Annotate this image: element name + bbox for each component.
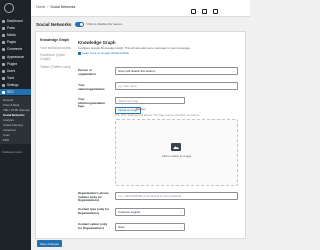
brush-icon <box>2 55 5 59</box>
sidebar-item-label: Pages <box>7 40 17 44</box>
user-icon <box>2 69 5 73</box>
phone-placeholder: e.g. +33123456789 (international format)… <box>118 194 182 198</box>
contact-type-label: Contact type (only for Organizations) <box>78 207 110 215</box>
sidebar-item-media[interactable]: Media <box>0 32 31 38</box>
sidebar-item-label: Plugins <box>7 62 18 66</box>
breadcrumb: Home / Social Networks <box>36 5 75 9</box>
submenu-item-titles-meta[interactable]: Titles & Meta <box>3 103 19 107</box>
section-description: Configure Google Knowledge Graph. This w… <box>78 46 191 50</box>
person-org-select[interactable]: None (will disable this feature) ⌄ <box>115 67 238 75</box>
settings-icon <box>2 83 5 87</box>
logo-placeholder: Select your logo <box>118 98 139 103</box>
submenu-item-advanced[interactable]: Advanced <box>3 128 15 132</box>
phone-input[interactable]: e.g. +33123456789 (international format)… <box>115 192 238 200</box>
section-title: Knowledge Graph <box>78 40 116 45</box>
name-placeholder: e.g. Your name <box>118 84 137 88</box>
name-input[interactable]: e.g. Your name <box>115 82 238 90</box>
chevron-down-icon: ⌄ <box>179 225 182 229</box>
chevron-down-icon: ⌄ <box>179 210 182 214</box>
submenu-item-social-networks[interactable]: Social Networks <box>3 113 25 117</box>
settings-content: Knowledge Graph Configure Google Knowled… <box>78 40 243 231</box>
settings-panel: Knowledge Graph Your social accounts Fac… <box>35 31 246 239</box>
person-org-value: None (will disable this feature) <box>118 69 156 73</box>
collapse-menu[interactable]: Collapse menu <box>2 150 22 154</box>
notifications-icon[interactable] <box>191 9 196 14</box>
contact-type-value: Customer support <box>118 210 141 214</box>
person-org-label: Person or organization <box>78 68 96 76</box>
upload-area-text: Click to select an image <box>161 154 192 158</box>
logo-input[interactable]: Select your logo <box>115 97 185 104</box>
contact-option-label: Contact option (only for Organizations) <box>78 222 108 230</box>
page-icon <box>2 40 5 44</box>
seo-icon <box>2 90 5 94</box>
nav-twitter[interactable]: Twitter (Twitter card) <box>40 65 76 69</box>
media-icon <box>2 33 5 37</box>
sidebar-item-plugins[interactable]: Plugins <box>0 61 31 67</box>
settings-icon[interactable] <box>213 9 218 14</box>
sidebar-item-posts[interactable]: Posts <box>0 25 31 31</box>
sidebar-item-label: Media <box>7 33 16 37</box>
name-label: Your name/organization <box>78 83 105 91</box>
contact-option-value: None <box>118 225 125 229</box>
sidebar-item-comments[interactable]: Comments <box>0 46 31 52</box>
main-area: Home / Social Networks Social Networks C… <box>31 0 250 250</box>
sidebar-item-label: Comments <box>7 47 23 51</box>
submenu-item-instant-indexing[interactable]: Instant Indexing <box>3 123 23 127</box>
search-icon[interactable] <box>202 9 207 14</box>
sidebar-item-label: Users <box>7 69 16 73</box>
toggle-knob <box>79 22 83 26</box>
page-header: Social Networks Click to disable this fe… <box>36 20 250 28</box>
breadcrumb-separator: / <box>47 5 49 9</box>
wrench-icon <box>2 76 5 80</box>
logo-hint: JPG, PNG, WebP and GIF allowed. The imag… <box>115 114 201 117</box>
seo-submenu: General Titles & Meta XML / HTML Sitemap… <box>0 96 31 144</box>
logo-label: Your photo/organization logo <box>78 97 105 109</box>
save-changes-button[interactable]: Save changes <box>37 240 63 247</box>
submenu-item-analytics[interactable]: Analytics <box>3 118 14 122</box>
plugin-icon <box>2 62 5 66</box>
sidebar-item-seo[interactable]: SEO <box>0 89 31 95</box>
sidebar-item-label: Settings <box>7 83 19 87</box>
dashboard-icon <box>2 19 5 23</box>
settings-nav: Knowledge Graph Your social accounts Fac… <box>40 38 76 72</box>
sidebar-item-dashboard[interactable]: Dashboard <box>0 18 31 24</box>
sidebar-item-label: SEO <box>7 90 14 94</box>
learn-more-text[interactable]: Learn more on Google official website <box>82 51 129 55</box>
submenu-item-pro[interactable]: PRO <box>3 138 9 142</box>
nav-social-accounts[interactable]: Your social accounts <box>40 46 76 50</box>
admin-sidebar: Dashboard Posts Media Pages Comments App… <box>0 0 31 250</box>
sidebar-item-label: Dashboard <box>7 19 23 23</box>
breadcrumb-current: Social Networks <box>50 5 76 9</box>
nav-knowledge-graph[interactable]: Knowledge Graph <box>40 38 76 42</box>
remove-button[interactable]: Remove <box>134 107 148 112</box>
image-icon <box>171 143 181 151</box>
sidebar-item-label: Posts <box>7 26 15 30</box>
toggle-label: Click to disable this feature <box>86 22 123 26</box>
sidebar-item-settings[interactable]: Settings <box>0 82 31 88</box>
external-link-icon <box>78 51 81 55</box>
submenu-item-tools[interactable]: Tools <box>3 133 10 137</box>
wordpress-logo-icon[interactable] <box>4 3 14 13</box>
pin-icon <box>2 26 5 30</box>
top-bar: Home / Social Networks <box>31 0 250 17</box>
phone-label: Organization's phone number (only for Or… <box>78 191 109 203</box>
chevron-down-icon: ⌄ <box>232 69 235 73</box>
comment-icon <box>2 47 5 51</box>
submenu-item-general[interactable]: General <box>3 98 13 102</box>
contact-option-select[interactable]: None ⌄ <box>115 223 185 231</box>
sidebar-item-label: Appearance <box>7 55 25 59</box>
nav-facebook[interactable]: Facebook (Open Graph) <box>40 53 76 61</box>
breadcrumb-home[interactable]: Home <box>36 5 45 9</box>
sidebar-item-appearance[interactable]: Appearance <box>0 54 31 60</box>
image-upload-area[interactable]: Click to select an image <box>115 119 238 186</box>
submenu-item-sitemap[interactable]: XML / HTML Sitemap <box>3 108 30 112</box>
contact-type-select[interactable]: Customer support ⌄ <box>115 208 185 216</box>
feature-toggle[interactable] <box>74 21 84 27</box>
page-title: Social Networks <box>36 21 72 27</box>
sidebar-item-users[interactable]: Users <box>0 68 31 74</box>
sidebar-item-label: Tools <box>7 76 15 80</box>
learn-more-link[interactable]: Learn more on Google official website <box>78 51 243 55</box>
sidebar-item-tools[interactable]: Tools <box>0 75 31 81</box>
sidebar-item-pages[interactable]: Pages <box>0 39 31 45</box>
